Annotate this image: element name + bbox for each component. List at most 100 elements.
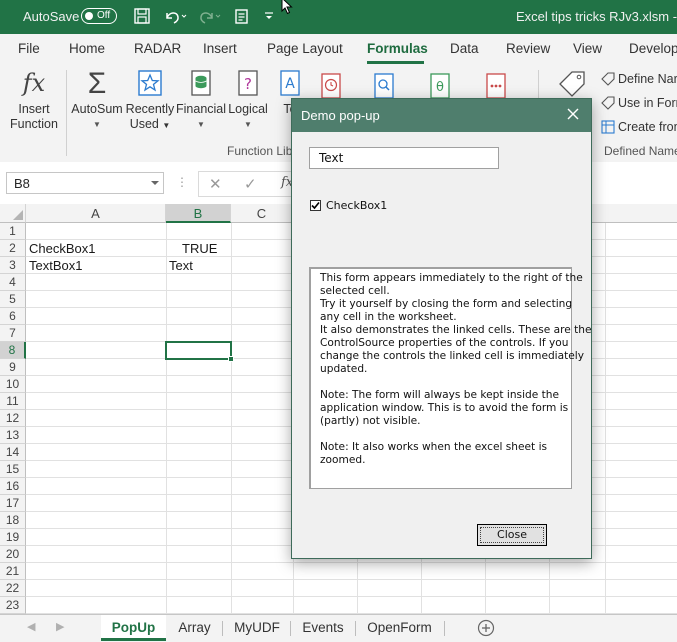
close-icon[interactable] bbox=[563, 104, 583, 124]
fill-handle[interactable] bbox=[228, 356, 234, 362]
checkbox1[interactable] bbox=[310, 200, 321, 211]
row-header-11[interactable]: 11 bbox=[0, 393, 26, 410]
close-button[interactable]: Close bbox=[477, 524, 547, 546]
textbox1-value: Text bbox=[319, 151, 344, 165]
row-header-23[interactable]: 23 bbox=[0, 597, 26, 614]
title-bar: AutoSave Off Excel tips tricks RJv3.xlsm… bbox=[0, 0, 677, 34]
tab-radar[interactable]: RADAR bbox=[134, 41, 181, 56]
redo-icon[interactable] bbox=[197, 7, 223, 25]
row-header-22[interactable]: 22 bbox=[0, 580, 26, 597]
row-header-5[interactable]: 5 bbox=[0, 291, 26, 308]
scroll-left-icon[interactable]: ◀ bbox=[27, 620, 35, 633]
column-header-b[interactable]: B bbox=[166, 204, 231, 223]
row-header-14[interactable]: 14 bbox=[0, 444, 26, 461]
dialog-title-bar[interactable]: Demo pop-up bbox=[292, 99, 591, 132]
row-header-20[interactable]: 20 bbox=[0, 546, 26, 563]
row-header-16[interactable]: 16 bbox=[0, 478, 26, 495]
sheet-tab-popup[interactable]: PopUp bbox=[101, 615, 166, 641]
logical-label: Logical bbox=[228, 102, 268, 116]
tab-separator bbox=[290, 621, 291, 636]
select-all-corner[interactable] bbox=[0, 204, 26, 223]
info-text-line: It also demonstrates the linked cells. T… bbox=[320, 324, 592, 336]
date-time-icon[interactable] bbox=[320, 72, 342, 100]
cell-a2[interactable]: CheckBox1 bbox=[29, 240, 95, 257]
cancel-icon[interactable]: ✕ bbox=[209, 175, 222, 193]
cell-b2[interactable]: TRUE bbox=[182, 240, 217, 257]
use-in-formula-button[interactable]: Use in Form bbox=[601, 96, 677, 110]
tab-insert[interactable]: Insert bbox=[203, 41, 237, 56]
cell-b3[interactable]: Text bbox=[169, 257, 193, 274]
gridline bbox=[231, 223, 232, 614]
chevron-down-icon[interactable] bbox=[151, 179, 159, 187]
recently-used-label-2: Used ▼ bbox=[129, 117, 171, 131]
tab-data[interactable]: Data bbox=[450, 41, 479, 56]
row-header-3[interactable]: 3 bbox=[0, 257, 26, 274]
sheet-tab-events[interactable]: Events bbox=[292, 615, 354, 641]
name-box-value: B8 bbox=[14, 176, 30, 191]
cell-a3[interactable]: TextBox1 bbox=[29, 257, 82, 274]
row-header-4[interactable]: 4 bbox=[0, 274, 26, 291]
row-header-19[interactable]: 19 bbox=[0, 529, 26, 546]
scroll-right-icon[interactable]: ▶ bbox=[56, 620, 64, 633]
textbox1-input[interactable]: Text bbox=[309, 147, 499, 169]
row-header-10[interactable]: 10 bbox=[0, 376, 26, 393]
define-name-button[interactable]: Define Nar bbox=[601, 72, 677, 86]
info-textbox[interactable]: This form appears immediately to the rig… bbox=[309, 267, 591, 489]
info-text-line: (partly) not visible. bbox=[320, 415, 421, 427]
tab-separator bbox=[444, 621, 445, 636]
info-text-line: selected cell. bbox=[320, 285, 390, 297]
mouse-cursor-icon bbox=[281, 0, 293, 15]
save-icon[interactable] bbox=[133, 7, 151, 25]
insert-function-label-2: Function bbox=[10, 117, 58, 131]
financial-button[interactable]: Financial ▼ bbox=[176, 64, 226, 132]
row-header-12[interactable]: 12 bbox=[0, 410, 26, 427]
info-text-line: zoomed. bbox=[320, 454, 366, 466]
sheet-tab-array[interactable]: Array bbox=[168, 615, 221, 641]
row-header-13[interactable]: 13 bbox=[0, 427, 26, 444]
sheet-tab-openform[interactable]: OpenForm bbox=[357, 615, 442, 641]
tab-review[interactable]: Review bbox=[506, 41, 550, 56]
enter-icon[interactable]: ✓ bbox=[244, 175, 257, 193]
customize-qat-icon[interactable] bbox=[263, 7, 275, 25]
info-text-line: This form appears immediately to the rig… bbox=[320, 272, 583, 284]
logical-button[interactable]: ? Logical ▼ bbox=[226, 64, 270, 132]
drag-handle-icon[interactable]: ⋮ bbox=[176, 175, 188, 189]
add-sheet-icon[interactable] bbox=[477, 619, 495, 637]
chevron-down-icon: ▼ bbox=[197, 120, 205, 129]
tab-home[interactable]: Home bbox=[69, 41, 105, 56]
define-name-label: Define Nar bbox=[618, 72, 677, 86]
sheet-tab-myudf[interactable]: MyUDF bbox=[224, 615, 290, 641]
row-header-15[interactable]: 15 bbox=[0, 461, 26, 478]
name-box[interactable]: B8 bbox=[6, 172, 164, 194]
tab-view[interactable]: View bbox=[573, 41, 602, 56]
column-header-a[interactable]: A bbox=[26, 204, 166, 223]
tab-file[interactable]: File bbox=[18, 41, 40, 56]
tab-page-layout[interactable]: Page Layout bbox=[267, 41, 343, 56]
row-header-2[interactable]: 2 bbox=[0, 240, 26, 257]
math-trig-icon[interactable]: θ bbox=[429, 72, 451, 100]
form-icon[interactable] bbox=[233, 7, 251, 25]
autosum-label: AutoSum bbox=[71, 102, 123, 116]
undo-icon[interactable] bbox=[162, 7, 188, 25]
row-header-21[interactable]: 21 bbox=[0, 563, 26, 580]
row-header-7[interactable]: 7 bbox=[0, 325, 26, 342]
column-header-c[interactable]: C bbox=[231, 204, 293, 223]
row-header-17[interactable]: 17 bbox=[0, 495, 26, 512]
row-header-8[interactable]: 8 bbox=[0, 342, 26, 359]
row-header-6[interactable]: 6 bbox=[0, 308, 26, 325]
create-from-selection-button[interactable]: Create from bbox=[601, 120, 677, 134]
selected-cell-b8[interactable] bbox=[165, 341, 232, 360]
row-header-9[interactable]: 9 bbox=[0, 359, 26, 376]
tab-formulas[interactable]: Formulas bbox=[367, 41, 428, 56]
tab-developer[interactable]: Develop bbox=[629, 41, 677, 56]
checkbox1-label[interactable]: CheckBox1 bbox=[326, 199, 387, 212]
recently-used-button[interactable]: Recently Used ▼ bbox=[124, 64, 176, 133]
more-functions-icon[interactable] bbox=[485, 72, 507, 100]
autosave-toggle[interactable]: Off bbox=[81, 8, 117, 24]
row-header-1[interactable]: 1 bbox=[0, 223, 26, 240]
insert-function-button[interactable]: fx Insert Function bbox=[8, 64, 60, 132]
info-text-line: any cell in the worksheet. bbox=[320, 311, 457, 323]
row-header-18[interactable]: 18 bbox=[0, 512, 26, 529]
autosum-button[interactable]: Σ AutoSum ▼ bbox=[70, 64, 124, 132]
lookup-icon[interactable] bbox=[373, 72, 395, 100]
